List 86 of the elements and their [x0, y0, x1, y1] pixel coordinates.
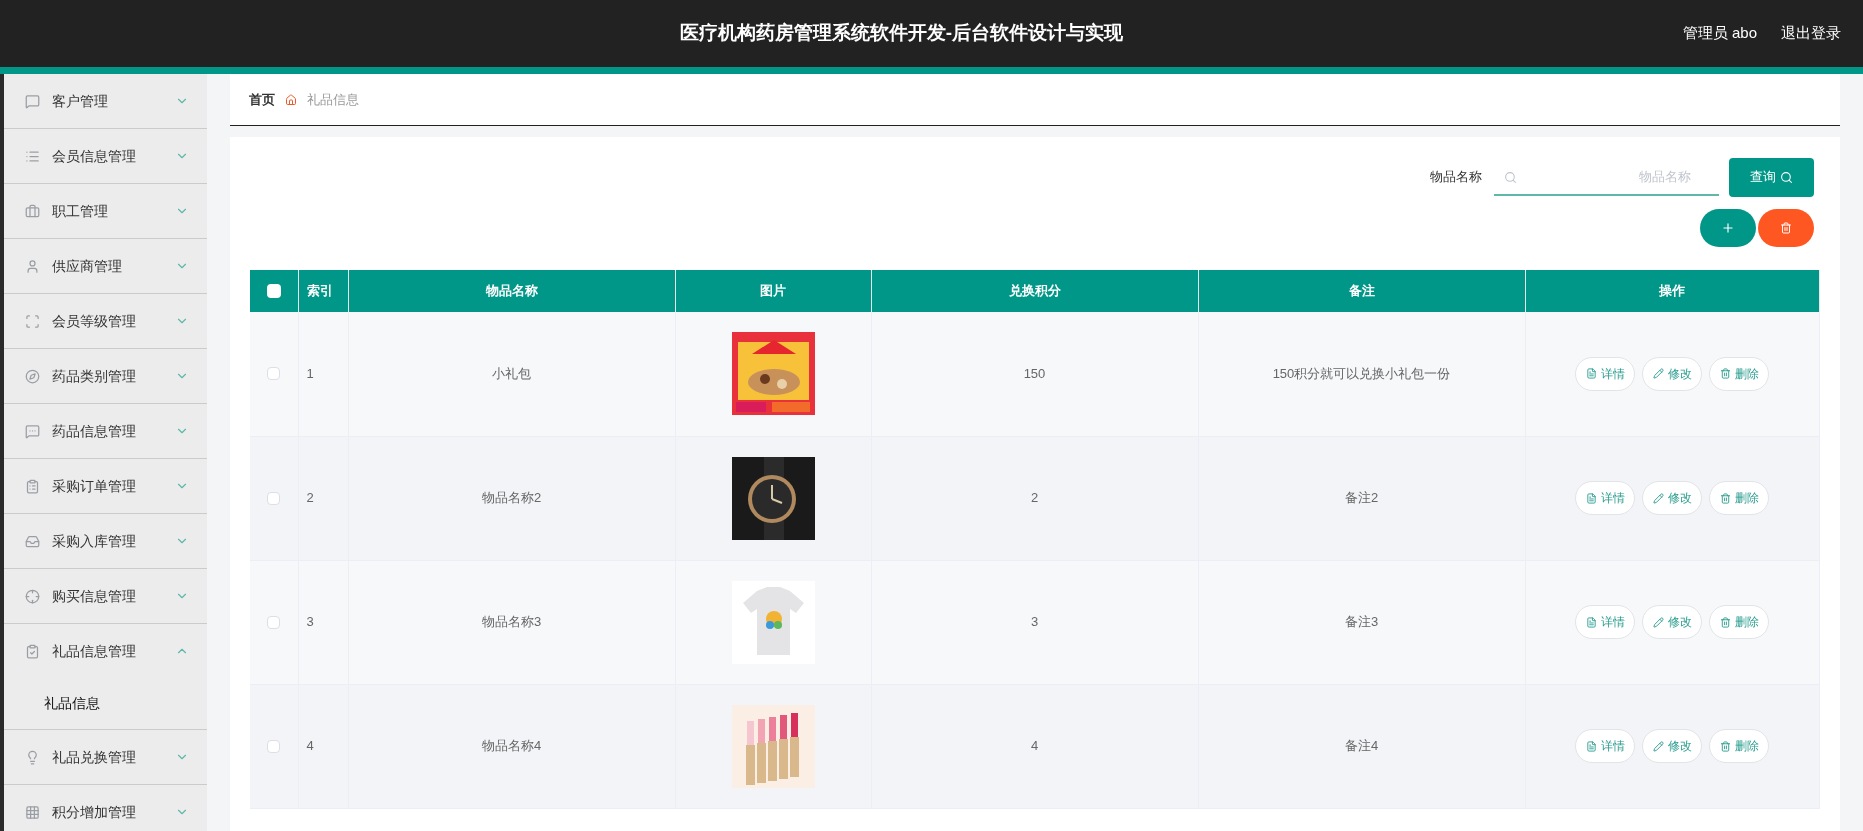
checkbox[interactable]	[266, 284, 281, 298]
trash-icon	[1719, 740, 1731, 752]
sidebar-item[interactable]: 职工管理	[4, 184, 207, 238]
add-button[interactable]	[1700, 209, 1756, 247]
app-title: 医疗机构药房管理系统软件开发-后台软件设计与实现	[679, 21, 1124, 46]
crosshair-icon	[25, 588, 40, 604]
delete-button[interactable]: 删除	[1709, 729, 1770, 763]
table-cell: 备注2	[1198, 436, 1525, 560]
compass-icon	[25, 368, 40, 384]
table-cell: 150积分就可以兑换小礼包一份	[1198, 312, 1525, 436]
edit-button[interactable]: 修改	[1642, 605, 1703, 639]
frame-icon	[25, 313, 40, 329]
sidebar-subitem[interactable]: 礼品信息	[4, 678, 207, 729]
sidebar-item[interactable]: 供应商管理	[4, 239, 207, 293]
trash-icon	[1719, 368, 1731, 380]
pencil-icon	[1652, 740, 1664, 752]
trash-icon	[1719, 616, 1731, 628]
sidebar-item[interactable]: 积分增加管理	[4, 785, 207, 831]
delete-button[interactable]: 删除	[1709, 605, 1770, 639]
home-icon	[285, 93, 297, 106]
detail-button[interactable]: 详情	[1575, 729, 1636, 763]
search-button[interactable]: 查询	[1729, 157, 1814, 197]
document-icon	[1585, 368, 1597, 380]
sidebar-item[interactable]: 礼品兑换管理	[4, 730, 207, 784]
sidebar-item[interactable]: 礼品信息管理	[4, 624, 207, 678]
sidebar-item[interactable]: 药品信息管理	[4, 404, 207, 458]
table-cell: 备注4	[1198, 684, 1525, 808]
table-cell: 物品名称3	[348, 560, 675, 684]
detail-button[interactable]: 详情	[1575, 605, 1636, 639]
table-cell: 4	[871, 684, 1198, 808]
delete-button[interactable]	[1758, 209, 1814, 247]
table-cell: 2	[298, 436, 348, 560]
pencil-icon	[1652, 616, 1664, 628]
checkbox[interactable]	[267, 491, 281, 505]
briefcase-icon	[25, 203, 40, 219]
sidebar-item[interactable]: 客户管理	[4, 74, 207, 128]
table-cell: 物品名称2	[348, 436, 675, 560]
edit-button[interactable]: 修改	[1642, 356, 1703, 391]
table-cell: 4	[298, 684, 348, 808]
detail-button[interactable]: 详情	[1575, 356, 1636, 391]
pencil-icon	[1652, 368, 1664, 380]
edit-button[interactable]: 修改	[1642, 481, 1703, 515]
delete-button[interactable]: 删除	[1709, 481, 1770, 515]
user-icon	[25, 258, 40, 274]
table-cell: 备注3	[1198, 560, 1525, 684]
list-icon	[25, 148, 40, 164]
table-cell: 3	[298, 560, 348, 684]
sidebar-item[interactable]: 购买信息管理	[4, 569, 207, 623]
table-cell: 2	[871, 436, 1198, 560]
table-cell: 1	[298, 312, 348, 436]
delete-button[interactable]: 删除	[1709, 356, 1770, 391]
user-label: 管理员 abo	[1682, 23, 1757, 44]
sidebar-item[interactable]: 会员信息管理	[4, 129, 207, 183]
clipboard-check-icon	[25, 643, 40, 659]
pencil-icon	[1652, 492, 1664, 504]
checkbox[interactable]	[267, 367, 281, 381]
edit-button[interactable]: 修改	[1642, 729, 1703, 763]
chat-icon	[25, 93, 40, 109]
clipboard-icon	[25, 478, 40, 494]
trash-icon	[1719, 492, 1731, 504]
checkbox[interactable]	[267, 615, 281, 629]
document-icon	[1585, 616, 1597, 628]
document-icon	[1585, 492, 1597, 504]
table-cell: 小礼包	[348, 312, 675, 436]
sidebar-item[interactable]: 药品类别管理	[4, 349, 207, 403]
search-field[interactable]: 物品名称	[1494, 158, 1719, 196]
table-cell: 3	[871, 560, 1198, 684]
search-icon	[1504, 170, 1517, 184]
sidebar-item[interactable]: 会员等级管理	[4, 294, 207, 348]
sidebar-item[interactable]: 采购订单管理	[4, 459, 207, 513]
bulb-icon	[25, 749, 40, 765]
breadcrumb-link[interactable]: 首页	[249, 89, 275, 110]
message-icon	[25, 423, 40, 439]
search-icon	[1780, 170, 1793, 184]
search-label: 物品名称	[1430, 168, 1482, 187]
checkbox[interactable]	[267, 739, 281, 753]
sidebar-item[interactable]: 采购入库管理	[4, 514, 207, 568]
inbox-icon	[25, 533, 40, 549]
trash-icon	[1780, 222, 1792, 234]
document-icon	[1585, 740, 1597, 752]
table-cell: 物品名称4	[348, 684, 675, 808]
plus-icon	[1721, 221, 1735, 235]
detail-button[interactable]: 详情	[1575, 481, 1636, 515]
grid-icon	[25, 804, 40, 820]
table-cell: 150	[871, 312, 1198, 436]
logout-link[interactable]: 退出登录	[1781, 22, 1841, 45]
